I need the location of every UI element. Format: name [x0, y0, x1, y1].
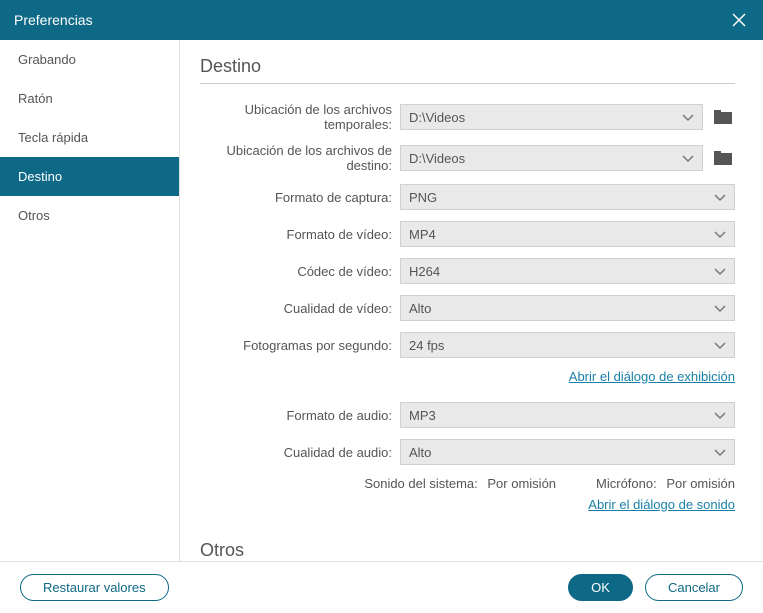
dest-location-select[interactable]: D:\Videos	[400, 145, 703, 171]
sidebar-item-tecla-rapida[interactable]: Tecla rápida	[0, 118, 179, 157]
section-heading-otros: Otros	[200, 540, 735, 561]
audio-format-label: Formato de audio:	[200, 408, 400, 423]
dest-location-label: Ubicación de los archivos de destino:	[200, 143, 400, 173]
audio-quality-value: Alto	[409, 445, 431, 460]
video-quality-label: Cualidad de vídeo:	[200, 301, 400, 316]
dest-location-value: D:\Videos	[409, 151, 465, 166]
chevron-down-icon	[714, 301, 726, 316]
chevron-down-icon	[714, 338, 726, 353]
audio-format-select[interactable]: MP3	[400, 402, 735, 428]
system-sound-info: Sonido del sistema: Por omisión	[364, 476, 556, 491]
temp-location-select[interactable]: D:\Videos	[400, 104, 703, 130]
fps-label: Fotogramas por segundo:	[200, 338, 400, 353]
audio-format-value: MP3	[409, 408, 436, 423]
capture-format-value: PNG	[409, 190, 437, 205]
close-icon[interactable]	[729, 10, 749, 30]
video-format-label: Formato de vídeo:	[200, 227, 400, 242]
chevron-down-icon	[714, 227, 726, 242]
mic-value: Por omisión	[666, 476, 735, 491]
video-quality-select[interactable]: Alto	[400, 295, 735, 321]
content-pane: Destino Ubicación de los archivos tempor…	[180, 40, 763, 561]
restore-defaults-button[interactable]: Restaurar valores	[20, 574, 169, 601]
sidebar: Grabando Ratón Tecla rápida Destino Otro…	[0, 40, 180, 561]
sidebar-item-destino[interactable]: Destino	[0, 157, 179, 196]
temp-location-label: Ubicación de los archivos temporales:	[200, 102, 400, 132]
open-sound-dialog-link[interactable]: Abrir el diálogo de sonido	[588, 497, 735, 512]
sidebar-item-otros[interactable]: Otros	[0, 196, 179, 235]
chevron-down-icon	[714, 264, 726, 279]
temp-location-value: D:\Videos	[409, 110, 465, 125]
capture-format-select[interactable]: PNG	[400, 184, 735, 210]
audio-quality-select[interactable]: Alto	[400, 439, 735, 465]
fps-select[interactable]: 24 fps	[400, 332, 735, 358]
video-codec-select[interactable]: H264	[400, 258, 735, 284]
chevron-down-icon	[682, 110, 694, 125]
video-format-value: MP4	[409, 227, 436, 242]
video-quality-value: Alto	[409, 301, 431, 316]
chevron-down-icon	[714, 408, 726, 423]
video-codec-value: H264	[409, 264, 440, 279]
audio-quality-label: Cualidad de audio:	[200, 445, 400, 460]
section-heading-destino: Destino	[200, 56, 735, 84]
sidebar-item-raton[interactable]: Ratón	[0, 79, 179, 118]
ok-button[interactable]: OK	[568, 574, 633, 601]
fps-value: 24 fps	[409, 338, 444, 353]
system-sound-label: Sonido del sistema:	[364, 476, 477, 491]
mic-label: Micrófono:	[596, 476, 657, 491]
chevron-down-icon	[682, 151, 694, 166]
sidebar-item-grabando[interactable]: Grabando	[0, 40, 179, 79]
capture-format-label: Formato de captura:	[200, 190, 400, 205]
video-codec-label: Códec de vídeo:	[200, 264, 400, 279]
browse-dest-folder-button[interactable]	[711, 147, 735, 169]
chevron-down-icon	[714, 190, 726, 205]
browse-temp-folder-button[interactable]	[711, 106, 735, 128]
system-sound-value: Por omisión	[487, 476, 556, 491]
open-display-dialog-link[interactable]: Abrir el diálogo de exhibición	[569, 369, 735, 384]
video-format-select[interactable]: MP4	[400, 221, 735, 247]
window-title: Preferencias	[14, 12, 93, 28]
chevron-down-icon	[714, 445, 726, 460]
cancel-button[interactable]: Cancelar	[645, 574, 743, 601]
mic-info: Micrófono: Por omisión	[596, 476, 735, 491]
